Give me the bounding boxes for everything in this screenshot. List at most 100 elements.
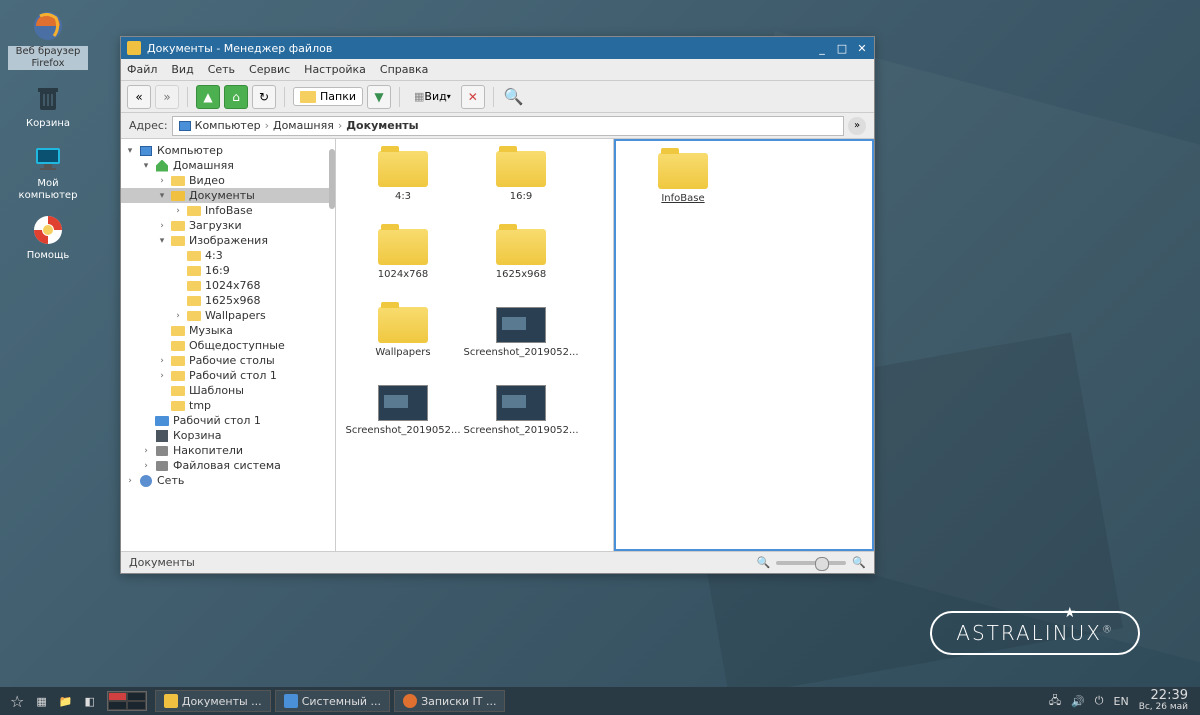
tree-toggle[interactable]: › [173,311,183,321]
tree-item[interactable]: ›Видео [121,173,335,188]
tree-label: tmp [189,399,211,412]
tree-icon [171,400,185,412]
file-pane-left[interactable]: 4:316:91024x7681625x968WallpapersScreens… [336,139,614,551]
tree-item[interactable]: Общедоступные [121,338,335,353]
zoom-out-icon[interactable]: 🔍 [757,556,771,569]
file-item[interactable]: Screenshot_2019052... [462,385,580,463]
back-button[interactable]: « [127,85,151,109]
up-button[interactable]: ▲ [196,85,220,109]
file-item[interactable]: 16:9 [462,151,580,229]
tree-icon [187,205,201,217]
desktop-icon-help[interactable]: Помощь [8,212,88,262]
start-button[interactable]: ☆ [4,690,30,712]
tree-toggle[interactable]: ▾ [125,146,135,156]
menu-file[interactable]: Файл [127,63,157,76]
taskbar-grid-icon[interactable]: ▦ [30,690,52,712]
refresh-button[interactable]: ↻ [252,85,276,109]
tree-item[interactable]: Музыка [121,323,335,338]
tree-toggle[interactable]: ▾ [141,161,151,171]
address-path[interactable]: Компьютер › Домашняя › Документы [172,116,844,136]
tree-item[interactable]: › Накопители [121,443,335,458]
file-item[interactable]: 1024x768 [344,229,462,307]
tree-item[interactable]: ▾Изображения [121,233,335,248]
titlebar[interactable]: Документы - Менеджер файлов _ □ ✕ [121,37,874,59]
breadcrumb-current[interactable]: Документы [346,119,418,132]
tree-item[interactable]: 4:3 [121,248,335,263]
search-button[interactable]: 🔍 [502,85,526,109]
forward-button[interactable]: » [155,85,179,109]
maximize-button[interactable]: □ [836,42,848,54]
tray-power-icon[interactable]: ⏻ [1095,694,1104,708]
tree-item[interactable]: ›Рабочие столы [121,353,335,368]
workspace-switcher[interactable] [101,690,153,712]
tree-item[interactable]: ›Загрузки [121,218,335,233]
zoom-in-icon[interactable]: 🔍 [852,556,866,569]
tree-item[interactable]: Шаблоны [121,383,335,398]
tree-toggle[interactable]: › [173,206,183,216]
tray-network-icon[interactable]: 🖧 [1049,692,1061,711]
desktop-icon-trash[interactable]: Корзина [8,80,88,130]
task-button-documents[interactable]: Документы ... [155,690,271,712]
tree-item[interactable]: ›Wallpapers [121,308,335,323]
filter-button[interactable]: ▼ [367,85,391,109]
tree-toggle[interactable]: ▾ [157,236,167,246]
taskbar-files-icon[interactable]: 📁 [53,690,79,712]
file-item[interactable]: Screenshot_2019052... [462,307,580,385]
tree-toggle[interactable]: › [157,356,167,366]
tree-toggle[interactable]: › [125,476,135,486]
task-button-notes[interactable]: Записки IT ... [394,690,505,712]
tree-item[interactable]: ▾Документы [121,188,335,203]
desktop-icon-firefox[interactable]: Веб браузер Firefox [8,8,88,70]
tree-item[interactable]: ›Файловая система [121,458,335,473]
close-tab-button[interactable]: ✕ [461,85,485,109]
tray-volume-icon[interactable]: 🔊 [1071,695,1085,708]
desktop-icon-computer[interactable]: Мой компьютер [8,140,88,202]
file-item[interactable]: Screenshot_2019052... [344,385,462,463]
file-item[interactable]: InfoBase [624,153,742,231]
go-button[interactable]: » [848,117,866,135]
home-button[interactable]: ⌂ [224,85,248,109]
tree-toggle[interactable]: › [141,446,151,456]
tree-label: Накопители [173,444,243,457]
menu-help[interactable]: Справка [380,63,428,76]
tree-icon [187,280,201,292]
tree-item[interactable]: 1625x968 [121,293,335,308]
close-button[interactable]: ✕ [856,42,868,54]
tree-item[interactable]: ▾Компьютер [121,143,335,158]
tree-toggle[interactable]: › [157,176,167,186]
menu-settings[interactable]: Настройка [304,63,366,76]
tree-item[interactable]: ›Рабочий стол 1 [121,368,335,383]
folders-toggle[interactable]: Папки [293,87,363,106]
tree-toggle[interactable]: › [141,461,151,471]
file-item[interactable]: 4:3 [344,151,462,229]
menu-view[interactable]: Вид [171,63,193,76]
minimize-button[interactable]: _ [816,42,828,54]
tree-item[interactable]: Корзина [121,428,335,443]
tree-item[interactable]: ▾Домашняя [121,158,335,173]
tree-toggle[interactable]: ▾ [157,191,167,201]
tree-toggle[interactable]: › [157,371,167,381]
view-mode[interactable]: ▦ Вид ▾ [408,88,457,105]
tray-language[interactable]: EN [1114,695,1129,708]
zoom-slider[interactable] [776,561,846,565]
desktop-icon-label: Помощь [8,250,88,262]
menu-network[interactable]: Сеть [208,63,235,76]
file-pane-right[interactable]: InfoBase [614,139,874,551]
tree-panel[interactable]: ▾Компьютер▾Домашняя›Видео▾Документы›Info… [121,139,336,551]
file-item[interactable]: Wallpapers [344,307,462,385]
file-label: Screenshot_2019052... [462,347,580,358]
tree-item[interactable]: 16:9 [121,263,335,278]
tree-item[interactable]: ›Сеть [121,473,335,488]
tree-toggle[interactable]: › [157,221,167,231]
menu-service[interactable]: Сервис [249,63,290,76]
tree-item[interactable]: ›InfoBase [121,203,335,218]
file-item[interactable]: 1625x968 [462,229,580,307]
breadcrumb[interactable]: Компьютер [195,119,261,132]
clock[interactable]: 22:39 Вс, 26 май [1139,689,1188,713]
tree-item[interactable]: tmp [121,398,335,413]
taskbar-desktop-icon[interactable]: ◧ [78,690,100,712]
breadcrumb[interactable]: Домашняя [273,119,334,132]
tree-item[interactable]: Рабочий стол 1 [121,413,335,428]
task-button-system[interactable]: Системный ... [275,690,390,712]
tree-item[interactable]: 1024x768 [121,278,335,293]
